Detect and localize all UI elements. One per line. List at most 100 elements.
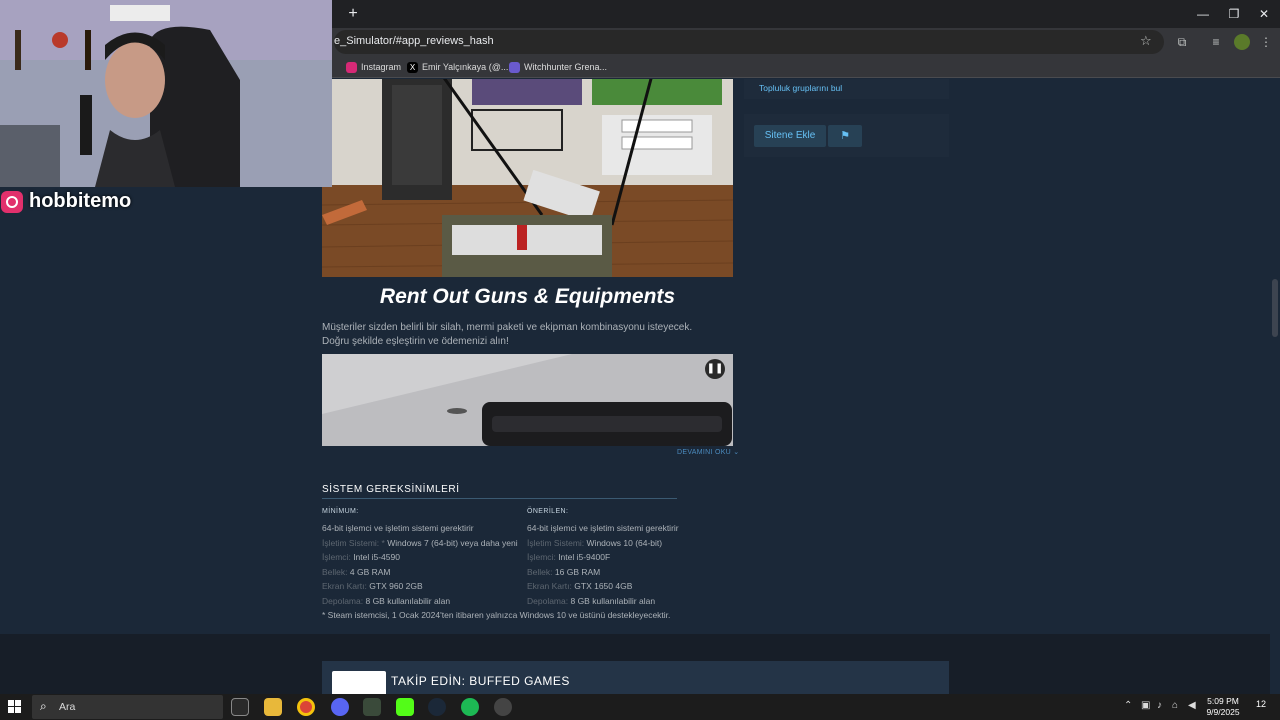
value: 8 GB kullanılabilir alan [365,595,451,606]
bookmark-label: Emir Yalçınkaya (@... [422,62,509,72]
scrollbar-thumb[interactable] [1272,279,1278,337]
bookmark-star-icon[interactable]: ☆ [1140,33,1152,49]
key: Bellek: [322,566,348,577]
tray-chevron-icon[interactable]: ⌃ [1124,700,1132,711]
feature-video[interactable]: ❚❚ [322,354,733,446]
page-scrollbar[interactable] [1271,79,1280,694]
publisher-logo [332,671,386,694]
clock-date: 9/9/2025 [1206,707,1240,717]
taskbar-clock[interactable]: 5:09 PM 9/9/2025 [1200,696,1246,718]
key: Ekran Kartı: [527,581,572,592]
search-label: Ara [59,701,76,713]
add-to-site-button[interactable]: Sitene Ekle [754,125,826,147]
feature-description: Müşteriler sizden belirli bir silah, mer… [322,322,693,347]
minimize-icon[interactable]: — [1188,4,1218,24]
spotify-icon[interactable] [461,698,479,716]
key: Ekran Kartı: [322,581,367,592]
sysreq-min-ram: Bellek: 4 GB RAM [322,565,527,580]
sysreq-rec-storage: Depolama: 8 GB kullanılabilir alan [527,594,732,609]
sysreq-minimum: MİNİMUM: 64-bit işlemci ve işletim siste… [322,508,527,609]
sysreq-footnote: * Steam istemcisi, 1 Ocak 2024'ten itiba… [322,610,671,620]
bookmark-x-profile[interactable]: X Emir Yalçınkaya (@... [407,60,508,74]
sysreq-rec-os: İşletim Sistemi: Windows 10 (64-bit) [527,536,732,551]
restore-icon[interactable]: ❐ [1219,4,1249,24]
value: GTX 960 2GB [369,581,423,592]
gun-store-scene [322,79,733,277]
video-frame [322,354,733,446]
menu-kebab-icon[interactable]: ⋮ [1258,34,1274,50]
close-window-icon[interactable]: ✕ [1249,4,1279,24]
webcam-feed [0,0,332,187]
instagram-icon [1,190,23,213]
clock-time: 5:09 PM [1207,696,1239,706]
volume-icon[interactable]: ◀ [1188,700,1196,711]
sysreq-rec-cpu: İşlemci: Intel i5-9400F [527,550,732,565]
value: GTX 1650 4GB [574,581,633,592]
task-view-icon[interactable] [231,698,249,716]
screen: + — ❐ ✕ e_Simulator/#app_reviews_hash ☆ … [0,0,1280,720]
chat-app-icon[interactable] [331,698,349,716]
sysreq-min-os: İşletim Sistemi: * Windows 7 (64-bit) ve… [322,536,527,551]
find-community-groups-link[interactable]: Topluluk gruplarını bul [759,83,842,93]
tray-app-icon[interactable]: ▣ [1141,700,1150,711]
value: Windows 10 (64-bit) [586,537,663,548]
follow-publisher-card: TAKİP EDİN: BUFFED GAMES [322,661,949,694]
sysreq-min-gpu: Ekran Kartı: GTX 960 2GB [322,579,527,594]
webcam-overlay [0,0,332,187]
microphone-icon[interactable]: ♪ [1157,700,1162,711]
feature-screenshot [322,79,733,277]
sysreq-min-storage: Depolama: 8 GB kullanılabilir alan [322,594,527,609]
report-flag-icon[interactable]: ⚑ [828,125,862,147]
notification-badge[interactable]: 12 [1252,699,1270,715]
key: Bellek: [527,566,553,577]
follow-title: TAKİP EDİN: BUFFED GAMES [391,674,570,688]
instagram-handle-overlay: hobbitemo [1,190,131,213]
sysreq-rec-requires: 64-bit işlemci ve işletim sistemi gerekt… [527,523,679,533]
sysreq-rec-gpu: Ekran Kartı: GTX 1650 4GB [527,579,732,594]
streamer-handle: hobbitemo [29,190,132,212]
sysreq-rec-label: ÖNERİLEN: [527,508,569,515]
sysreq-rec-ram: Bellek: 16 GB RAM [527,565,732,580]
stream-app-icon[interactable] [396,698,414,716]
new-tab-icon[interactable]: + [344,5,362,23]
key: Depolama: [527,595,569,606]
instagram-icon [346,61,357,73]
network-icon[interactable]: ⌂ [1172,700,1178,711]
value: Windows 7 (64-bit) veya daha yeni [387,537,518,548]
value: 4 GB RAM [349,566,391,577]
file-explorer-icon[interactable] [264,698,282,716]
obs-icon[interactable] [494,698,512,716]
read-more-link[interactable]: DEVAMINI OKU ⌄ [677,448,739,456]
pause-icon[interactable]: ❚❚ [705,359,725,379]
taskbar-search[interactable]: ⌕ Ara [32,695,223,719]
bookmark-witchhunter[interactable]: Witchhunter Grena... [509,60,607,74]
shield-icon [509,61,520,73]
bookmark-instagram[interactable]: Instagram [346,60,401,74]
extensions-icon[interactable]: ⧉ [1174,34,1190,50]
x-logo-icon: X [407,61,418,73]
windows-taskbar: ⌕ Ara ⌃ ▣ ♪ ⌂ ◀ 5:09 PM 9/9/2025 12 [0,694,1280,720]
address-url: e_Simulator/#app_reviews_hash [334,35,494,47]
key: Depolama: [322,595,364,606]
value: 16 GB RAM [554,566,601,577]
feature-title: Rent Out Guns & Equipments [379,285,676,308]
sysreq-recommended: ÖNERİLEN: 64-bit işlemci ve işletim sist… [527,508,732,609]
search-icon: ⌕ [40,699,47,713]
key: İşlemci: [527,552,556,563]
windows-start-icon[interactable] [8,700,22,714]
key: İşletim Sistemi: [527,537,585,548]
sysreq-heading: SİSTEM GEREKSİNİMLERİ [322,484,677,499]
address-bar[interactable]: e_Simulator/#app_reviews_hash ☆ [334,30,1164,54]
media-control-icon[interactable]: ≡ [1208,34,1224,50]
profile-avatar-icon[interactable] [1234,34,1250,50]
value: Intel i5-9400F [558,552,611,563]
bookmark-label: Witchhunter Grena... [524,62,608,72]
sysreq-min-requires: 64-bit işlemci ve işletim sistemi gerekt… [322,523,474,533]
sysreq-min-label: MİNİMUM: [322,508,359,515]
steam-icon[interactable] [428,698,446,716]
bookmark-label: Instagram [361,62,402,72]
value: 8 GB kullanılabilir alan [570,595,656,606]
chrome-icon[interactable] [297,698,315,716]
key: İşletim Sistemi: * [322,537,385,548]
xbox-app-icon[interactable] [363,698,381,716]
